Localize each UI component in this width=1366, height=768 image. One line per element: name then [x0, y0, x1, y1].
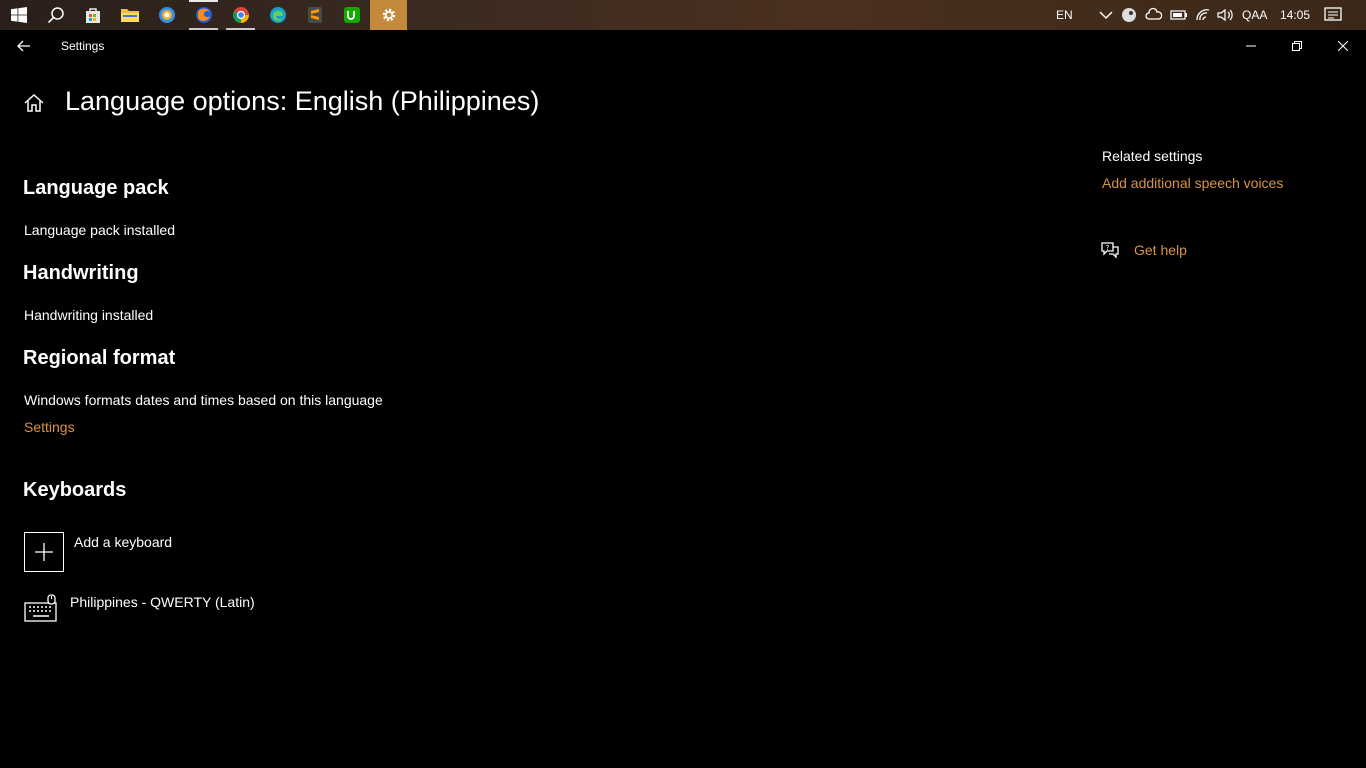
wifi-icon[interactable]: [1195, 0, 1211, 30]
search-icon[interactable]: [37, 0, 74, 30]
language-indicator[interactable]: EN: [1056, 0, 1073, 30]
back-button[interactable]: [8, 30, 40, 62]
get-help-row[interactable]: ? Get help: [1100, 240, 1240, 262]
battery-icon[interactable]: [1170, 0, 1188, 30]
regional-format-description: Windows formats dates and times based on…: [24, 392, 383, 408]
language-pack-heading: Language pack: [23, 177, 169, 199]
restore-icon: [1292, 41, 1302, 51]
language-pack-status: Language pack installed: [24, 222, 176, 238]
user-text: QAA: [1242, 8, 1268, 22]
taskbar: EN QAA 14:05: [0, 0, 1366, 30]
minimize-button[interactable]: [1228, 30, 1274, 62]
restore-button[interactable]: [1274, 30, 1320, 62]
close-icon: [1338, 41, 1348, 51]
plus-icon: [35, 543, 53, 561]
keyboards-heading: Keyboards: [23, 479, 127, 501]
get-help-link[interactable]: Get help: [1134, 242, 1187, 258]
close-button[interactable]: [1320, 30, 1366, 62]
clock[interactable]: 14:05: [1280, 0, 1310, 30]
app-icon[interactable]: [148, 0, 185, 30]
chrome-icon[interactable]: [222, 0, 259, 30]
cloud-icon[interactable]: [1145, 0, 1163, 30]
steam-icon[interactable]: [1121, 0, 1137, 30]
store-icon[interactable]: [74, 0, 111, 30]
window-titlebar: Settings: [0, 30, 1366, 62]
svg-text:?: ?: [1106, 244, 1110, 252]
handwriting-status: Handwriting installed: [24, 307, 154, 323]
edge-icon[interactable]: [259, 0, 296, 30]
sublime-icon[interactable]: [296, 0, 333, 30]
windows-start-icon[interactable]: [0, 0, 37, 30]
back-arrow-icon: [17, 40, 30, 52]
page-title: Language options: English (Philippines): [65, 86, 540, 116]
upwork-icon[interactable]: [333, 0, 370, 30]
handwriting-heading: Handwriting: [23, 262, 139, 284]
file-explorer-icon[interactable]: [111, 0, 148, 30]
add-speech-voices-link[interactable]: Add additional speech voices: [1102, 175, 1283, 191]
minimize-icon: [1246, 45, 1256, 47]
add-keyboard-label[interactable]: Add a keyboard: [74, 534, 172, 550]
window-title: Settings: [61, 39, 105, 53]
help-chat-icon: ?: [1101, 242, 1119, 259]
related-settings-heading: Related settings: [1102, 148, 1203, 164]
notification-icon[interactable]: [1324, 0, 1342, 30]
firefox-icon[interactable]: [185, 0, 222, 30]
regional-format-settings-link[interactable]: Settings: [24, 419, 75, 435]
keyboard-icon: [24, 594, 57, 622]
language-label: EN: [1056, 8, 1073, 22]
settings-gear-icon[interactable]: [370, 0, 407, 30]
clock-time: 14:05: [1280, 8, 1311, 22]
regional-format-heading: Regional format: [23, 347, 176, 369]
add-keyboard-button[interactable]: [24, 532, 64, 572]
chevron-up-icon[interactable]: [1099, 0, 1113, 30]
volume-icon[interactable]: [1217, 0, 1235, 30]
keyboard-item-label: Philippines - QWERTY (Latin): [70, 594, 255, 610]
home-icon[interactable]: [22, 91, 46, 115]
user-label[interactable]: QAA: [1242, 0, 1267, 30]
keyboard-list-item[interactable]: Philippines - QWERTY (Latin): [24, 592, 284, 624]
